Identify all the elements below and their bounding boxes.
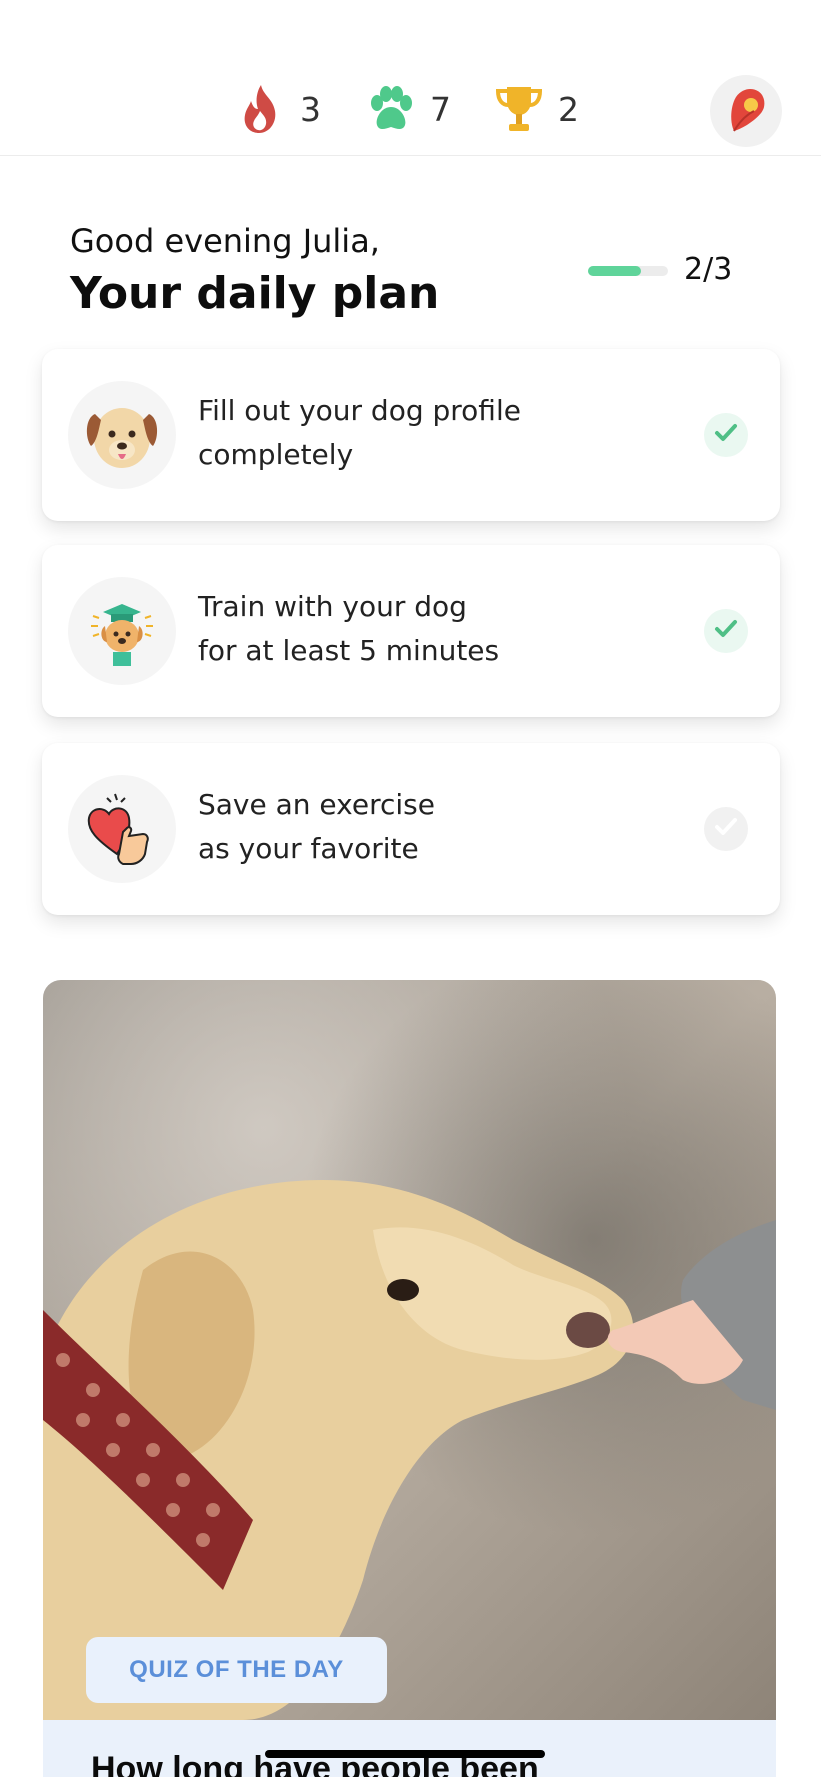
quiz-card[interactable]: QUIZ OF THE DAY How long have people bee… — [43, 980, 776, 1777]
paws-count: 7 — [430, 89, 451, 129]
task-line-2: for at least 5 minutes — [198, 634, 500, 667]
graduate-dog-icon — [68, 577, 176, 685]
streak-stat[interactable]: 3 — [232, 80, 321, 138]
plan-progress-label: 2/3 — [684, 252, 733, 287]
paw-icon — [362, 80, 420, 138]
task-text: Save an exercise as your favorite — [198, 783, 658, 871]
plan-progress-fill — [588, 266, 642, 276]
page-title: Your daily plan — [70, 268, 440, 319]
map-button[interactable] — [710, 75, 782, 147]
task-line-2: as your favorite — [198, 832, 419, 865]
task-line-1: Fill out your dog profile — [198, 394, 521, 427]
paws-stat[interactable]: 7 — [362, 80, 451, 138]
stats-bar: 3 7 2 — [0, 0, 821, 156]
dog-face-icon — [68, 381, 176, 489]
task-text: Fill out your dog profile completely — [198, 389, 658, 477]
task-line-2: completely — [198, 438, 354, 471]
task-card-train[interactable]: Train with your dog for at least 5 minut… — [42, 545, 780, 717]
task-status-checkmark[interactable] — [704, 609, 748, 653]
streak-count: 3 — [300, 89, 321, 129]
quiz-of-the-day-badge: QUIZ OF THE DAY — [86, 1637, 387, 1703]
plan-progress-bar — [588, 266, 668, 276]
check-icon — [713, 616, 739, 647]
redaction-mark — [265, 1750, 545, 1758]
check-icon — [713, 814, 739, 845]
map-pin-icon — [720, 83, 772, 140]
task-status-checkmark[interactable] — [704, 413, 748, 457]
greeting-text: Good evening Julia, — [70, 222, 380, 260]
task-card-dog-profile[interactable]: Fill out your dog profile completely — [42, 349, 780, 521]
task-card-favorite[interactable]: Save an exercise as your favorite — [42, 743, 780, 915]
task-text: Train with your dog for at least 5 minut… — [198, 585, 658, 673]
heart-hand-icon — [68, 775, 176, 883]
trophies-stat[interactable]: 2 — [490, 80, 579, 138]
task-line-1: Train with your dog — [198, 590, 467, 623]
trophy-icon — [490, 80, 548, 138]
check-icon — [713, 420, 739, 451]
fire-icon — [232, 80, 290, 138]
quiz-question-panel[interactable]: How long have people been — [43, 1720, 776, 1777]
task-status-checkmark[interactable] — [704, 807, 748, 851]
task-line-1: Save an exercise — [198, 788, 435, 821]
trophies-count: 2 — [558, 89, 579, 129]
dog-photo — [43, 980, 776, 1720]
